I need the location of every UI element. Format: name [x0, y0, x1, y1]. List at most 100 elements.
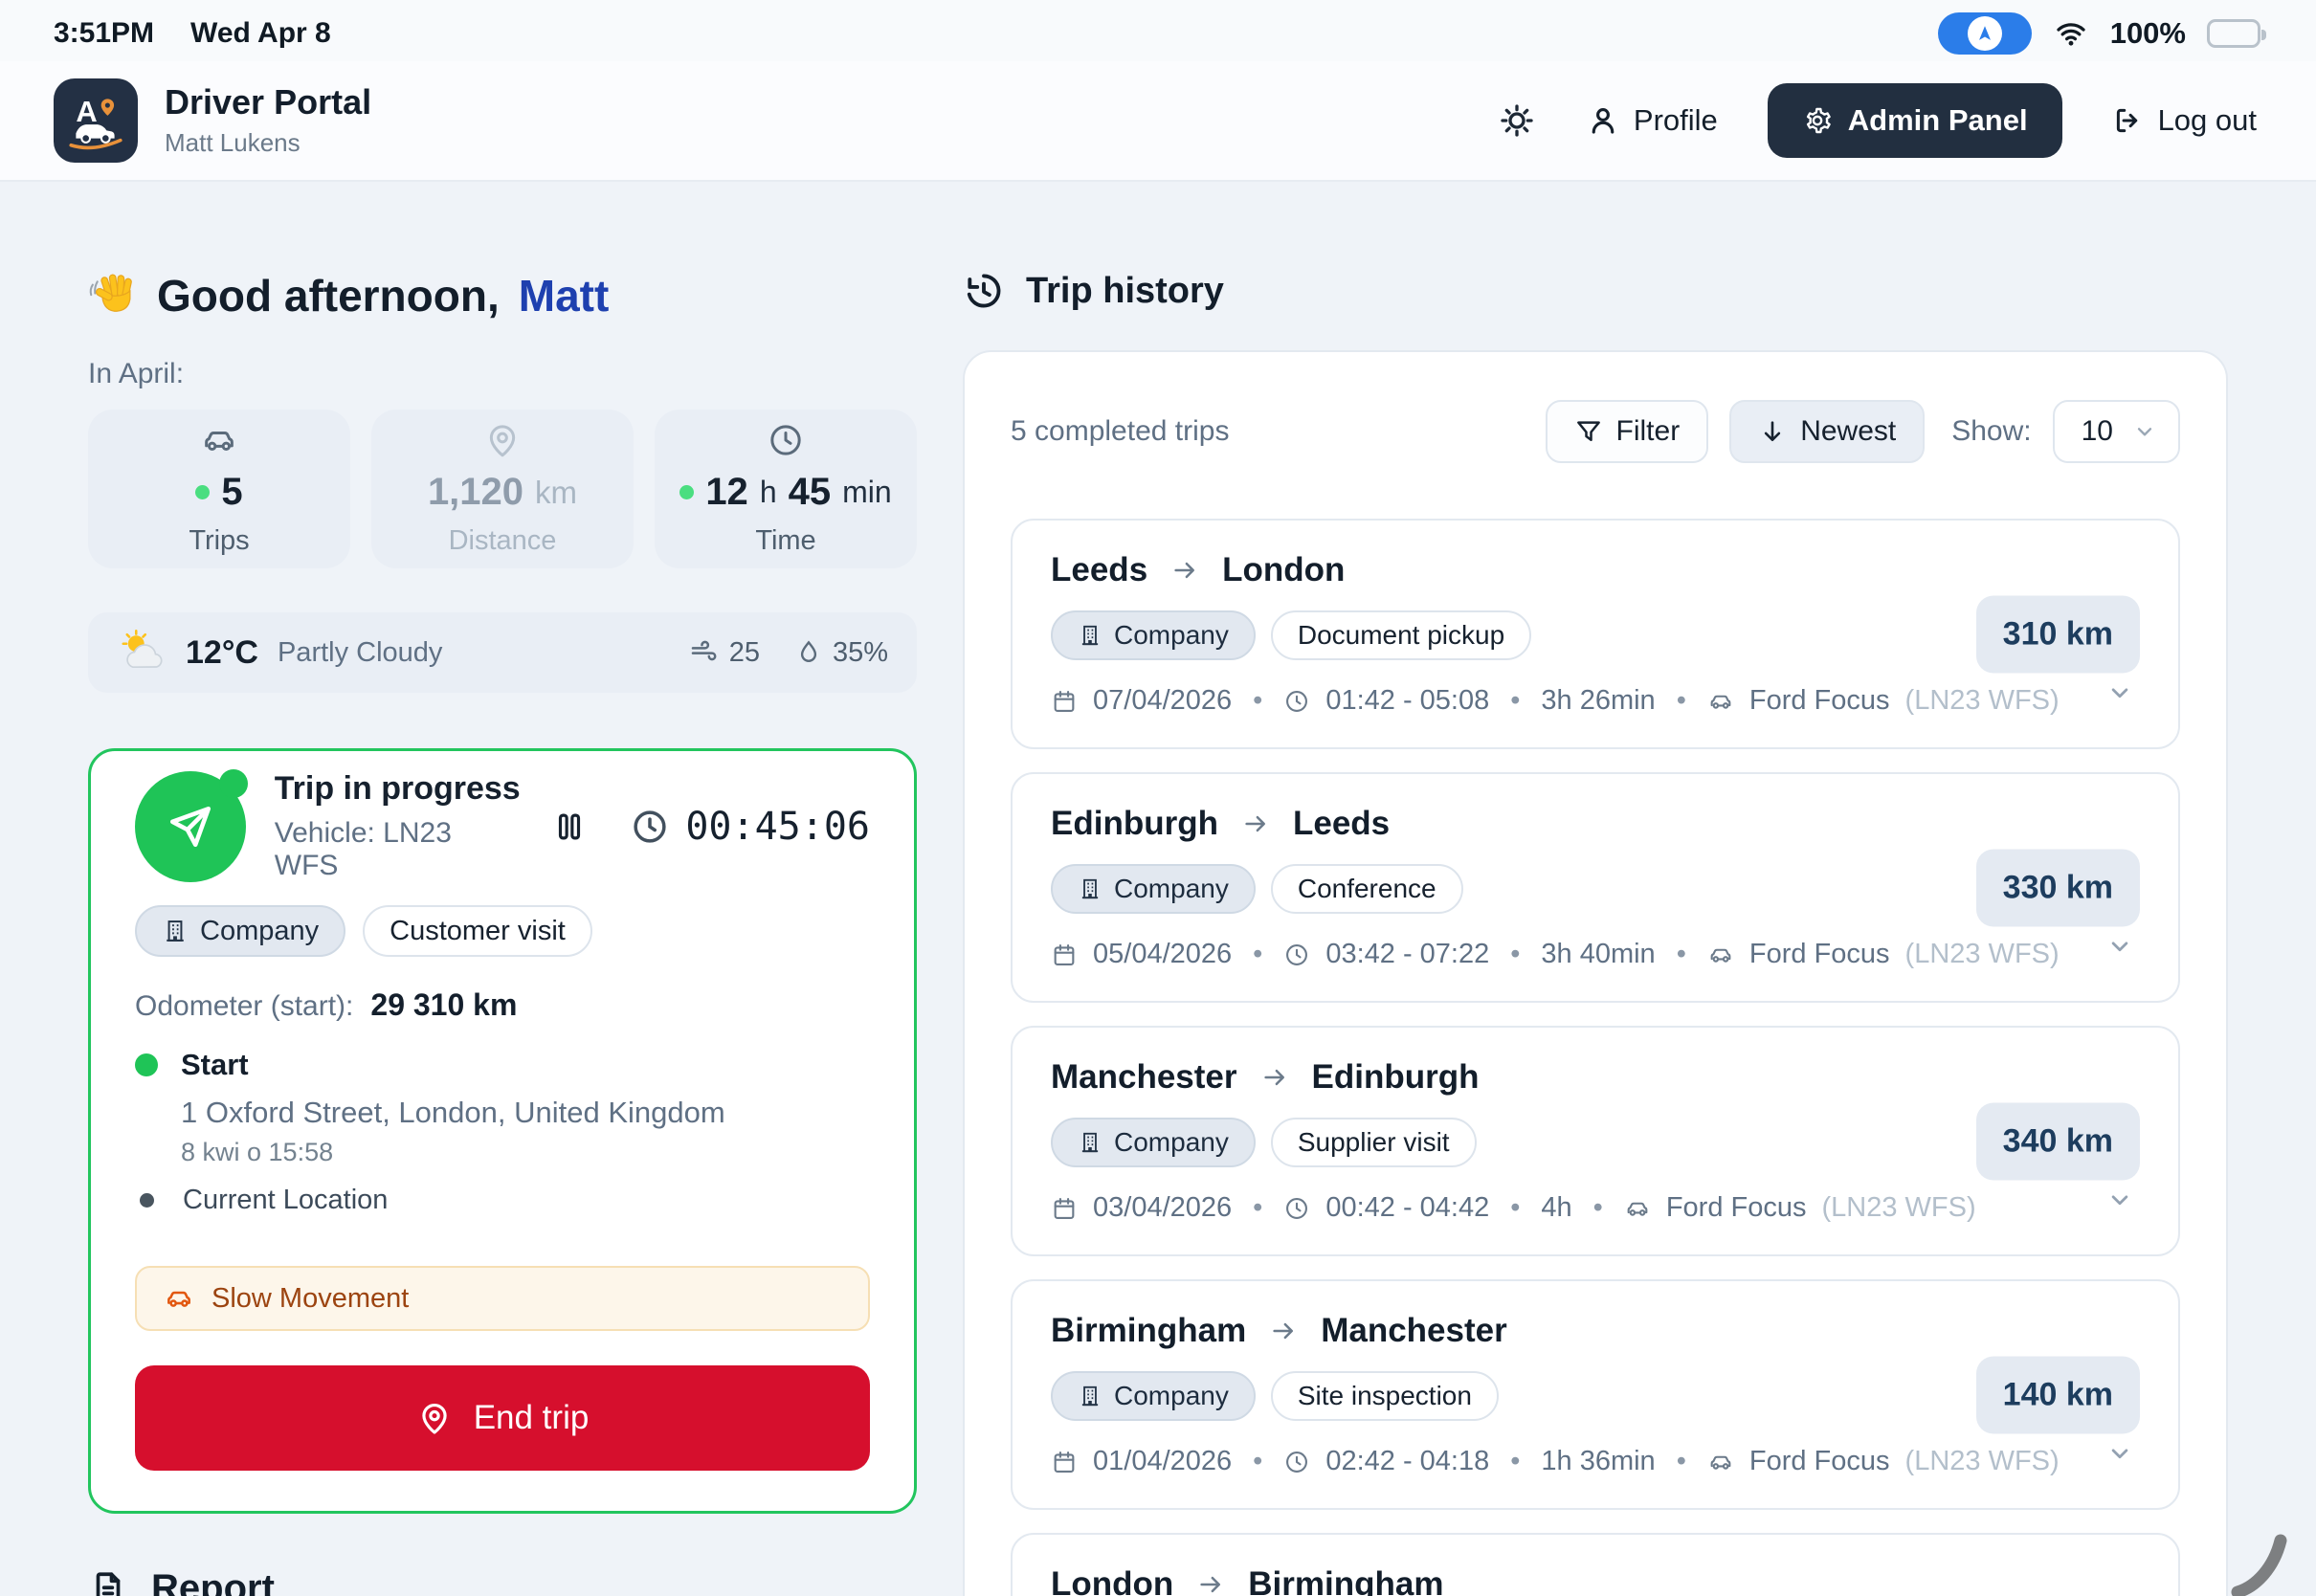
humidity-icon [800, 640, 817, 662]
building-icon [1081, 1385, 1099, 1407]
category-badge: Company [1051, 864, 1256, 914]
start-dot [135, 1053, 158, 1076]
pause-trip-button[interactable] [551, 807, 588, 847]
trip-destination: Manchester [1321, 1312, 1507, 1349]
status-date: Wed Apr 8 [190, 17, 331, 49]
end-trip-button[interactable]: End trip [135, 1365, 870, 1471]
trip-history-item[interactable]: Edinburgh Leeds Company Conference 05/04… [1011, 772, 2180, 1003]
monthly-stats: 5 Trips 1,120 km Distance 12 h 45 min Ti… [88, 410, 917, 568]
clock-icon [1286, 690, 1308, 712]
user-icon [1592, 108, 1615, 134]
navigation-arrow-icon [1967, 16, 2002, 51]
trip-origin: Manchester [1051, 1058, 1237, 1096]
trip-vehicle: Ford Focus [1748, 1446, 1890, 1476]
expand-trip-button[interactable] [2105, 932, 2134, 961]
car-icon [205, 432, 234, 452]
expand-trip-button[interactable] [2105, 678, 2134, 707]
expand-trip-button[interactable] [2105, 1439, 2134, 1468]
location-services-indicator [1937, 12, 2032, 55]
greeting-user-name: Matt [518, 271, 610, 321]
building-icon [1081, 625, 1099, 646]
app-logo: A [54, 78, 138, 163]
distance-badge: 330 km [1975, 849, 2140, 926]
trip-plate: (LN23 WFS) [1904, 685, 2060, 716]
purpose-badge: Document pickup [1270, 610, 1532, 660]
odometer-row: Odometer (start): 29 310 km [135, 987, 518, 1022]
status-time-date: 3:51PM Wed Apr 8 [54, 17, 331, 50]
trip-history-card: 5 completed trips Filter Newest Show: 10… [963, 350, 2228, 1596]
category-badge: Company [1051, 610, 1256, 660]
trip-history-item[interactable]: London Birmingham Company [1011, 1533, 2180, 1596]
sort-button[interactable]: Newest [1729, 400, 1926, 463]
weather-card: 12°C Partly Cloudy 25 35% [88, 612, 917, 693]
gear-icon [1806, 107, 1831, 134]
trip-date: 05/04/2026 [1093, 939, 1233, 969]
period-label: In April: [88, 358, 185, 389]
slow-movement-alert: Slow Movement [135, 1266, 870, 1331]
status-bar: 3:51PM Wed Apr 8 100% [0, 0, 2316, 61]
trip-history-item[interactable]: Birmingham Manchester Company Site inspe… [1011, 1279, 2180, 1510]
trip-time-range: 01:42 - 05:08 [1325, 685, 1490, 716]
building-icon [167, 920, 184, 942]
purpose-badge: Customer visit [363, 905, 592, 957]
expand-trip-button[interactable] [2105, 1186, 2134, 1214]
funnel-icon [1576, 421, 1600, 441]
start-time: 8 kwi o 15:58 [181, 1138, 334, 1166]
wind-metric: 25 [689, 637, 760, 669]
filter-button[interactable]: Filter [1545, 400, 1709, 463]
trip-duration: 3h 40min [1541, 939, 1656, 969]
green-dot [195, 485, 211, 499]
page-size-select[interactable]: 10 [2052, 400, 2180, 463]
stat-card-distance: 1,120 km Distance [371, 410, 634, 568]
distance-badge: 310 km [1975, 595, 2140, 673]
category-badge: Company [1051, 1118, 1256, 1167]
trip-vehicle: Ford Focus [1748, 939, 1890, 969]
calendar-icon [1054, 690, 1075, 712]
arrow-down-icon [1765, 421, 1781, 442]
trip-duration: 3h 26min [1541, 685, 1656, 716]
document-icon [96, 1571, 121, 1596]
active-trip-card: Trip in progress Vehicle: LN23 WFS 00:45… [88, 748, 917, 1514]
clock-icon [1286, 943, 1308, 965]
purpose-badge: Conference [1270, 864, 1463, 914]
clock-icon [770, 425, 801, 455]
weather-temp: 12°C [186, 633, 258, 671]
profile-button[interactable]: Profile [1580, 102, 1724, 139]
trip-vehicle: Ford Focus [1665, 1192, 1807, 1223]
trip-destination: Edinburgh [1311, 1058, 1480, 1096]
logout-button[interactable]: Log out [2106, 102, 2262, 139]
category-badge: Company [135, 905, 346, 957]
trip-timer: 00:45:06 [630, 805, 870, 849]
start-address: 1 Oxford Street, London, United Kingdom [181, 1096, 725, 1129]
battery-percent: 100% [2109, 16, 2186, 50]
calendar-icon [1054, 1197, 1075, 1219]
partly-cloudy-emoji [122, 629, 163, 669]
weather-condition: Partly Cloudy [277, 636, 443, 668]
wifi-icon [2053, 17, 2089, 50]
trip-destination: London [1222, 551, 1346, 588]
distance-badge: 140 km [1975, 1356, 2140, 1433]
active-trip-title: Trip in progress [274, 770, 521, 807]
trip-history-item[interactable]: Leeds London Company Document pickup 07/… [1011, 519, 2180, 749]
trip-origin: Birmingham [1051, 1312, 1247, 1349]
app-header: A Driver Portal Matt Lukens Profile Admi… [0, 61, 2316, 182]
logout-icon [2116, 108, 2137, 133]
arrow-right-icon [1200, 1576, 1221, 1593]
trip-timeline: Start 1 Oxford Street, London, United Ki… [135, 1048, 870, 1216]
theme-toggle-button[interactable] [1498, 101, 1536, 140]
calendar-icon [1054, 1451, 1075, 1473]
clock-icon [634, 809, 666, 843]
trip-meta-row: 07/04/2026 • 01:42 - 05:08 • 3h 26min • [1051, 685, 2140, 717]
trip-plate: (LN23 WFS) [1904, 1446, 2060, 1476]
trip-destination: Leeds [1292, 805, 1391, 842]
odometer-value: 29 310 km [370, 987, 518, 1022]
report-section-heading: Report [88, 1567, 917, 1596]
admin-panel-button[interactable]: Admin Panel [1767, 83, 2062, 158]
current-location-dot [140, 1193, 154, 1208]
trip-history-item[interactable]: Manchester Edinburgh Company Supplier vi… [1011, 1026, 2180, 1256]
loading-spinner-arc [2231, 1534, 2287, 1596]
purpose-badge: Supplier visit [1270, 1118, 1477, 1167]
waving-hand-emoji [89, 274, 132, 312]
chevron-down-icon [2111, 1195, 2128, 1206]
trip-origin: Leeds [1051, 551, 1148, 588]
